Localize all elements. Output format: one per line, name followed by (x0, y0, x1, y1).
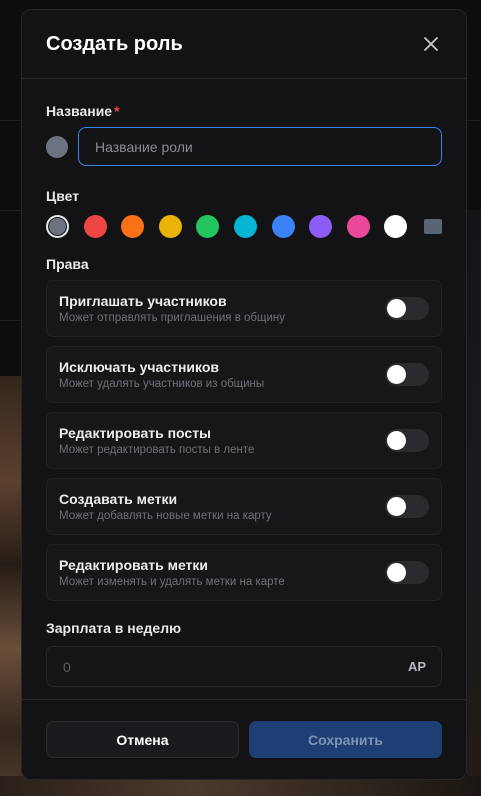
modal-footer: Отмена Сохранить (22, 699, 466, 779)
color-swatch[interactable] (121, 214, 145, 238)
background-image (467, 210, 481, 796)
permission-title: Редактировать метки (59, 557, 209, 573)
permission-description: Может редактировать посты в ленте (59, 444, 255, 456)
permission-text: Редактировать посты Может редактировать п… (59, 425, 254, 456)
permissions-label: Права (46, 256, 89, 272)
toggle-knob (387, 431, 406, 450)
permissions-list: Приглашать участников Может отправлять пр… (46, 280, 442, 601)
role-name-input[interactable] (78, 127, 442, 166)
permission-description: Может удалять участников из общины (59, 378, 265, 390)
permission-text: Исключать участников Может удалять участн… (59, 359, 264, 390)
color-palette (46, 212, 442, 240)
color-swatch[interactable] (271, 214, 295, 238)
color-swatch[interactable] (233, 214, 257, 238)
color-swatch[interactable] (158, 214, 182, 238)
permission-item: Создавать метки Может добавлять новые мет… (46, 478, 442, 535)
name-label-text: Название (46, 103, 113, 119)
permission-description: Может отправлять приглашения в общину (59, 312, 285, 324)
salary-label: Зарплата в неделю (46, 620, 182, 636)
permissions-section: Права Приглашать участников Может отправл… (46, 256, 442, 601)
permission-item: Редактировать метки Может изменять и удал… (46, 544, 442, 601)
close-icon (424, 37, 438, 51)
modal-title: Создать роль (46, 32, 183, 55)
permission-toggle[interactable] (385, 561, 429, 584)
permission-title: Создавать метки (59, 491, 178, 507)
name-label: Название * (46, 103, 442, 119)
color-swatch[interactable] (46, 214, 69, 238)
color-swatch[interactable] (83, 214, 107, 238)
toggle-knob (387, 365, 406, 384)
modal-body: Название* Цвет Права Приглашать участник… (22, 103, 466, 687)
permission-toggle[interactable] (385, 429, 429, 452)
permission-toggle[interactable] (385, 495, 429, 518)
toggle-knob (387, 299, 406, 318)
salary-value: 0 (63, 658, 71, 675)
close-button[interactable] (420, 33, 442, 55)
salary-input[interactable]: 0 AP (46, 646, 442, 687)
permission-title: Исключать участников (59, 359, 219, 375)
color-section: Цвет (46, 188, 442, 240)
color-swatch[interactable] (346, 214, 370, 238)
permission-text: Создавать метки Может добавлять новые мет… (59, 491, 272, 522)
color-swatch[interactable] (196, 214, 220, 238)
color-label: Цвет (46, 188, 80, 204)
modal-header: Создать роль (22, 10, 466, 79)
toggle-knob (387, 563, 406, 582)
permission-description: Может добавлять новые метки на карту (59, 510, 272, 522)
permission-text: Приглашать участников Может отправлять пр… (59, 293, 285, 324)
permission-item: Исключать участников Может удалять участн… (46, 346, 442, 403)
permission-text: Редактировать метки Может изменять и удал… (59, 557, 285, 588)
color-swatch[interactable] (309, 214, 333, 238)
color-swatch[interactable] (384, 214, 408, 238)
permission-title: Приглашать участников (59, 293, 227, 309)
toggle-knob (387, 497, 406, 516)
permission-item: Редактировать посты Может редактировать п… (46, 412, 442, 469)
name-row (46, 127, 442, 166)
save-button[interactable]: Сохранить (249, 721, 442, 758)
permission-item: Приглашать участников Может отправлять пр… (46, 280, 442, 337)
required-mark: * (114, 103, 120, 119)
salary-unit: AP (407, 659, 426, 674)
permission-title: Редактировать посты (59, 425, 212, 441)
name-color-preview[interactable] (46, 135, 68, 158)
name-section: Название * (46, 103, 442, 166)
custom-color-picker[interactable] (423, 218, 442, 234)
permission-toggle[interactable] (385, 363, 429, 386)
create-role-modal: Создать роль Название* Цвет Права Пригла… (21, 9, 467, 780)
salary-section: Зарплата в неделю 0 AP (46, 620, 442, 687)
permission-toggle[interactable] (385, 297, 429, 320)
cancel-button[interactable]: Отмена (46, 721, 239, 758)
permission-description: Может изменять и удалять метки на карте (59, 576, 285, 588)
